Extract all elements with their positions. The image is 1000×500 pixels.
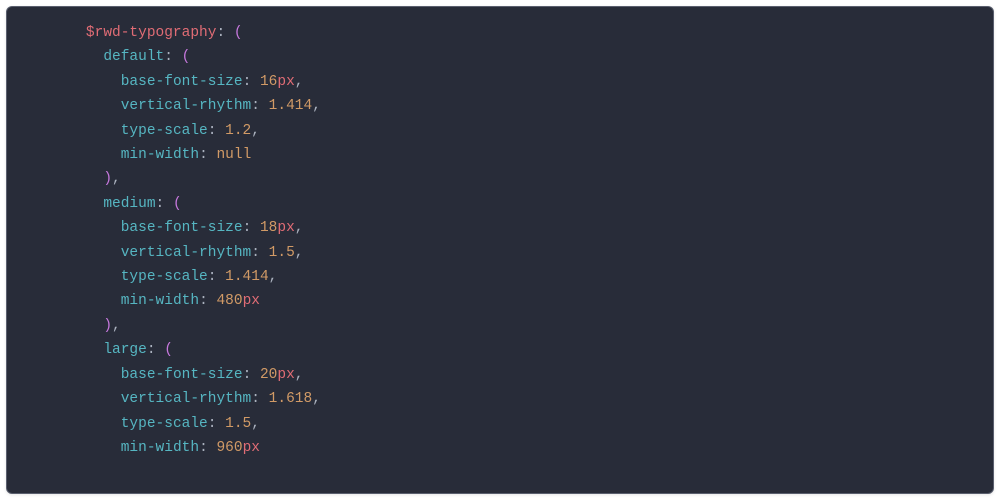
code-line: vertical-rhythm: 1.5, (25, 241, 975, 265)
close-paren: ) (103, 318, 112, 334)
code-line: ), (25, 167, 975, 191)
code-line: medium: ( (25, 192, 975, 216)
map-key: medium (103, 196, 155, 212)
code-line: vertical-rhythm: 1.618, (25, 387, 975, 411)
code-line: base-font-size: 18px, (25, 216, 975, 240)
code-line: min-width: 480px (25, 289, 975, 313)
close-paren: ) (103, 171, 112, 187)
code-block: $rwd-typography: ( default: ( base-font-… (6, 6, 994, 494)
code-line: $rwd-typography: ( (25, 21, 975, 45)
open-paren: ( (182, 49, 191, 65)
code-line: vertical-rhythm: 1.414, (25, 94, 975, 118)
code-line: large: ( (25, 338, 975, 362)
open-paren: ( (173, 196, 182, 212)
open-paren: ( (164, 342, 173, 358)
sass-variable: $rwd-typography (86, 25, 217, 41)
code-line: type-scale: 1.414, (25, 265, 975, 289)
code-line: type-scale: 1.5, (25, 412, 975, 436)
map-key: large (103, 342, 147, 358)
code-line: default: ( (25, 45, 975, 69)
code-line: base-font-size: 20px, (25, 363, 975, 387)
code-line: min-width: null (25, 143, 975, 167)
code-line: min-width: 960px (25, 436, 975, 460)
open-paren: ( (234, 25, 243, 41)
code-line: base-font-size: 16px, (25, 70, 975, 94)
code-line: type-scale: 1.2, (25, 119, 975, 143)
code-line: ), (25, 314, 975, 338)
colon: : (216, 25, 225, 41)
map-key: default (103, 49, 164, 65)
